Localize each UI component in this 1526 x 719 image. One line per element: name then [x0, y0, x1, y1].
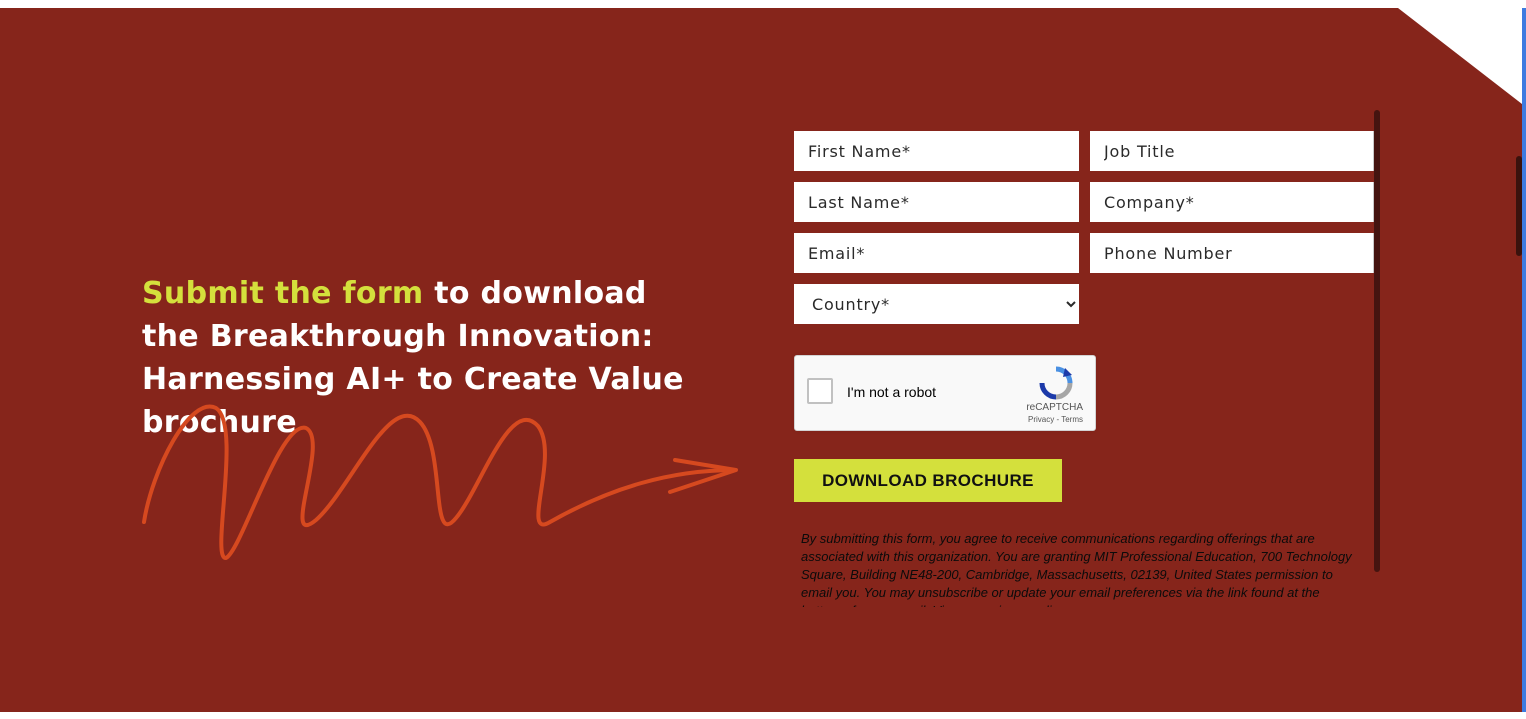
recaptcha-logo-icon	[1039, 366, 1073, 400]
recaptcha-brand: reCAPTCHA	[1026, 402, 1083, 413]
recaptcha-widget: I'm not a robot reCAPTCHA Privacy - Term…	[794, 355, 1096, 431]
recaptcha-checkbox[interactable]	[807, 378, 833, 404]
job-title-field[interactable]	[1090, 131, 1376, 171]
window-edge	[1522, 96, 1526, 712]
first-name-field[interactable]	[794, 131, 1079, 171]
company-field[interactable]	[1090, 182, 1376, 222]
window-edge	[1522, 8, 1526, 96]
consent-disclaimer: By submitting this form, you agree to re…	[801, 531, 1352, 607]
phone-number-field[interactable]	[1090, 233, 1376, 273]
page-scrollbar[interactable]	[1516, 156, 1522, 256]
download-brochure-button[interactable]: DOWNLOAD BROCHURE	[794, 459, 1062, 502]
form-scrollbar[interactable]	[1374, 110, 1380, 572]
email-field[interactable]	[794, 233, 1079, 273]
squiggle-arrow-icon	[142, 404, 738, 561]
country-select[interactable]: Country*	[794, 284, 1079, 324]
last-name-field[interactable]	[794, 182, 1079, 222]
recaptcha-label: I'm not a robot	[847, 384, 937, 400]
headline-highlight: Submit the form	[142, 276, 424, 311]
recaptcha-terms-link[interactable]: Privacy - Terms	[1028, 415, 1083, 424]
